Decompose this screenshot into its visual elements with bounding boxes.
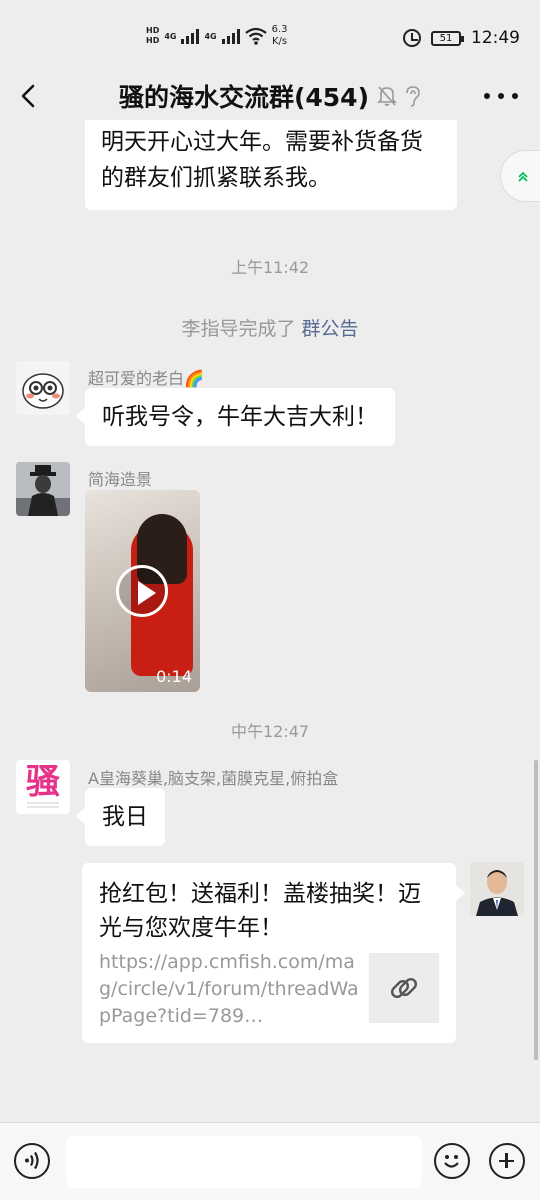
more-icon[interactable] [484, 82, 518, 110]
man-portrait-avatar [470, 862, 524, 916]
input-bar [0, 1122, 540, 1200]
sender-name-2: 简海造景 [88, 470, 153, 489]
timestamp-2: 中午12:47 [230, 722, 310, 741]
timestamp-1: 上午11:42 [230, 258, 310, 277]
message-input[interactable] [66, 1136, 422, 1188]
status-bar: HD HD 4G 4G 6.3 K/s 51 12:49 [0, 0, 540, 76]
alarm-icon [403, 29, 421, 47]
battery-icon: 51 [431, 30, 464, 46]
link-card-url: https://app.cmfish.com/mag/circle/v1/for… [99, 951, 359, 1027]
avatar-sender-3-char: 骚 [26, 762, 60, 802]
wifi-icon [244, 27, 267, 45]
chat-title[interactable]: 骚的海水交流群(454) [119, 78, 369, 114]
voice-icon[interactable] [14, 1143, 50, 1179]
sender-name-3: A皇海葵巢,脑支架,菌膜克星,俯拍盒 [88, 769, 339, 788]
network-type-1: 4G [164, 31, 177, 41]
hd-badge-2: HD [146, 36, 160, 45]
link-icon [390, 977, 418, 999]
chevron-double-up-icon [518, 171, 528, 182]
hd-badges: HD HD [146, 26, 159, 46]
chat-message-list[interactable]: 明天开心过大年。需要补货备货的群友们抓紧联系我。 上午11:42 李指导完成了 … [0, 120, 540, 1122]
chat-status-icons [377, 85, 421, 107]
smile-face-icon [444, 1155, 459, 1168]
group-announcement-link[interactable]: 群公告 [302, 318, 359, 340]
battery-level: 51 [439, 32, 453, 44]
system-message-actor: 李指导完成了 [181, 318, 296, 340]
message-bubble-1[interactable]: 听我号令，牛年大吉大利！ [76, 388, 395, 446]
person-hat-avatar [16, 462, 70, 516]
emoji-icon[interactable] [434, 1143, 470, 1179]
message-text-1: 听我号令，牛年大吉大利！ [102, 404, 378, 430]
link-card-thumbnail [369, 953, 439, 1023]
plus-icon[interactable] [489, 1143, 525, 1179]
sender-name-1: 超可爱的老白🌈 [88, 369, 204, 388]
link-card-message[interactable]: 抢红包！送福利！盖楼抽奖！迈光与您欢度牛年！ https://app.cmfis… [82, 863, 465, 1043]
link-card-title: 抢红包！送福利！盖楼抽奖！迈光与您欢度牛年！ [99, 881, 421, 941]
status-right: 51 12:49 [403, 28, 520, 48]
scroll-to-top-button[interactable] [500, 150, 540, 202]
network-speed: 6.3 K/s [272, 24, 288, 48]
network-speed-unit: K/s [272, 36, 288, 47]
avatar-sender-3[interactable]: 骚 [16, 760, 70, 814]
avatar-sender-2[interactable] [16, 462, 70, 516]
message-text-announcement: 明天开心过大年。需要补货备货的群友们抓紧联系我。 [101, 129, 423, 191]
avatar-small-print [27, 802, 59, 808]
cartoon-face-avatar [16, 361, 70, 415]
clock: 12:49 [471, 28, 520, 48]
chevron-left-icon[interactable] [16, 82, 44, 110]
chat-scrollbar[interactable] [534, 760, 538, 1060]
message-bubble-announcement[interactable]: 明天开心过大年。需要补货备货的群友们抓紧联系我。 [85, 120, 457, 210]
network-speed-value: 6.3 [271, 24, 288, 35]
signal-bars-1-icon [181, 28, 200, 44]
avatar-sender-1[interactable] [16, 361, 70, 415]
avatar-self[interactable] [470, 862, 524, 916]
message-bubble-3[interactable]: 我日 [76, 788, 165, 846]
bell-off-icon [377, 86, 397, 106]
message-text-3: 我日 [102, 804, 148, 830]
voice-waves-icon [25, 1151, 39, 1170]
video-message[interactable]: 0:14 [85, 490, 200, 692]
system-message: 李指导完成了 群公告 [0, 314, 540, 341]
signal-bars-2-icon [221, 28, 240, 44]
signal-indicators: HD HD 4G 4G 6.3 K/s [146, 24, 288, 48]
hd-badge-1: HD [146, 26, 160, 35]
video-duration: 0:14 [156, 667, 192, 686]
chat-header: 骚的海水交流群(454) [0, 76, 540, 116]
network-type-2: 4G [204, 31, 217, 41]
chat-title-group: 骚的海水交流群(454) [119, 78, 421, 114]
play-icon[interactable] [116, 565, 168, 617]
ear-icon [406, 86, 420, 107]
